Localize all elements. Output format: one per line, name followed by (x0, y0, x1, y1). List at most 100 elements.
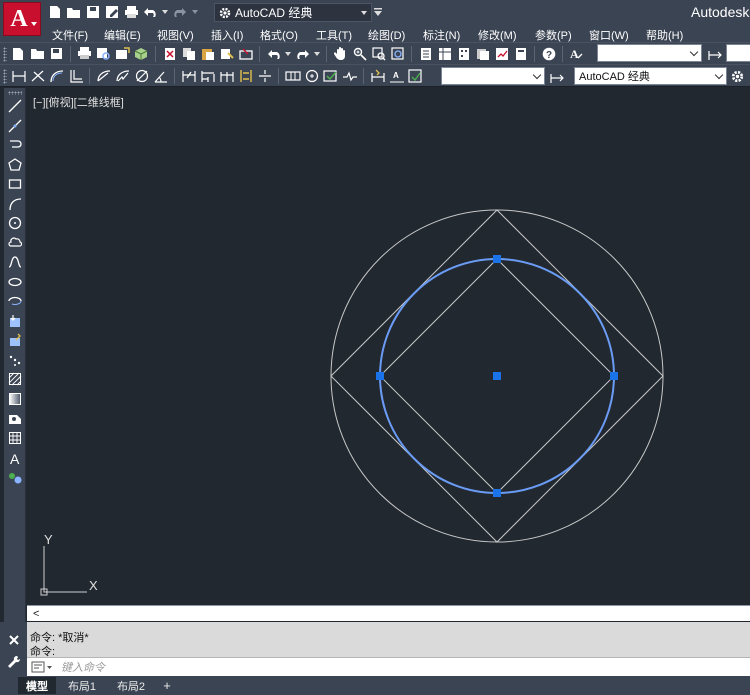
drawing-area[interactable]: [−][俯视][二维线框] Y X (27, 88, 750, 605)
menu-edit[interactable]: 编辑(E) (104, 27, 141, 43)
application-menu-button[interactable]: A (3, 2, 41, 36)
menu-view[interactable]: 视图(V) (157, 27, 194, 43)
add-selected-icon[interactable] (7, 470, 23, 486)
dimension-update-icon[interactable] (407, 67, 424, 84)
hatch-icon[interactable] (7, 371, 23, 387)
toolbar-grip[interactable] (3, 47, 7, 62)
circle-icon[interactable] (7, 215, 23, 231)
save-icon[interactable] (48, 45, 65, 62)
insert-block-icon[interactable] (7, 313, 23, 329)
jogged-dimension-icon[interactable] (114, 67, 131, 84)
workspace-switcher[interactable]: AutoCAD 经典 (214, 3, 372, 22)
dimension-style-icon[interactable] (706, 45, 723, 62)
new-file-icon[interactable] (47, 4, 63, 20)
paste-icon[interactable] (199, 45, 216, 62)
redo-dropdown-icon[interactable] (313, 45, 321, 62)
tab-layout2[interactable]: 布局2 (110, 677, 152, 694)
ordinate-dimension-icon[interactable] (67, 67, 84, 84)
dimension-space-icon[interactable] (237, 67, 254, 84)
menu-tools[interactable]: 工具(T) (316, 27, 352, 43)
dimension-break-icon[interactable] (256, 67, 273, 84)
multiline-text-icon[interactable]: A (7, 450, 23, 466)
save-as-icon[interactable] (104, 4, 120, 20)
arc-icon[interactable] (7, 196, 23, 212)
toolbar-grip[interactable] (8, 91, 22, 95)
diameter-dimension-icon[interactable] (133, 67, 150, 84)
design-center-icon[interactable] (436, 45, 453, 62)
copy-icon[interactable] (180, 45, 197, 62)
tab-layout1[interactable]: 布局1 (61, 677, 103, 694)
block-editor-icon[interactable] (237, 45, 254, 62)
properties-icon[interactable] (417, 45, 434, 62)
open-icon[interactable] (29, 45, 46, 62)
text-style-combo[interactable] (597, 44, 702, 62)
table-icon[interactable] (7, 430, 23, 446)
menu-window[interactable]: 窗口(W) (589, 27, 629, 43)
redo-icon[interactable] (172, 4, 188, 20)
undo-icon[interactable] (142, 4, 158, 20)
dimension-text-edit-icon[interactable]: A (388, 67, 405, 84)
revision-cloud-icon[interactable] (7, 235, 23, 251)
grip-right[interactable] (610, 372, 618, 380)
construction-line-icon[interactable] (7, 118, 23, 134)
open-folder-icon[interactable] (66, 4, 82, 20)
workspace-combo[interactable]: AutoCAD 经典 (574, 67, 727, 85)
save-icon[interactable] (85, 4, 101, 20)
match-properties-icon[interactable] (218, 45, 235, 62)
dimension-style-control[interactable] (441, 67, 545, 85)
grip-top[interactable] (493, 255, 501, 263)
menu-modify[interactable]: 修改(M) (478, 27, 517, 43)
grip-bottom[interactable] (493, 489, 501, 497)
horizontal-scrollbar[interactable]: < (27, 605, 750, 621)
gradient-icon[interactable] (7, 391, 23, 407)
text-style-icon[interactable]: A (568, 45, 585, 62)
scroll-left-icon[interactable]: < (33, 608, 39, 620)
angular-dimension-icon[interactable] (152, 67, 169, 84)
menu-file[interactable]: 文件(F) (52, 27, 88, 43)
dimension-edit-icon[interactable] (369, 67, 386, 84)
radius-dimension-icon[interactable] (95, 67, 112, 84)
command-input[interactable] (61, 660, 661, 675)
center-mark-icon[interactable] (303, 67, 320, 84)
workspace-settings-gear-icon[interactable] (729, 68, 746, 85)
sheet-set-icon[interactable] (474, 45, 491, 62)
polygon-icon[interactable] (7, 157, 23, 173)
undo-dropdown-icon[interactable] (284, 45, 292, 62)
pan-icon[interactable] (332, 45, 349, 62)
line-icon[interactable] (7, 98, 23, 114)
plot-preview-icon[interactable] (95, 45, 112, 62)
close-icon[interactable] (8, 634, 20, 646)
quick-dimension-icon[interactable] (180, 67, 197, 84)
point-icon[interactable] (7, 352, 23, 368)
redo-icon[interactable] (294, 45, 311, 62)
wrench-icon[interactable] (7, 655, 21, 669)
arc-length-icon[interactable] (48, 67, 65, 84)
tolerance-icon[interactable] (284, 67, 301, 84)
dimension-style-combo[interactable] (726, 44, 750, 62)
help-icon[interactable]: ? (540, 45, 557, 62)
tab-model[interactable]: 模型 (18, 677, 56, 694)
customize-qat-icon[interactable] (374, 8, 382, 16)
menu-dimension[interactable]: 标注(N) (423, 27, 460, 43)
undo-icon[interactable] (265, 45, 282, 62)
menu-help[interactable]: 帮助(H) (646, 27, 683, 43)
markup-icon[interactable] (493, 45, 510, 62)
recent-commands-icon[interactable] (31, 661, 53, 674)
dimension-style-manager-icon[interactable] (548, 68, 565, 85)
new-icon[interactable] (10, 45, 27, 62)
undo-dropdown-icon[interactable] (161, 4, 169, 20)
linear-dimension-icon[interactable] (10, 67, 27, 84)
aligned-dimension-icon[interactable] (29, 67, 46, 84)
grip-left[interactable] (376, 372, 384, 380)
menu-format[interactable]: 格式(O) (260, 27, 298, 43)
continue-dimension-icon[interactable] (218, 67, 235, 84)
redo-dropdown-icon[interactable] (191, 4, 199, 20)
spline-icon[interactable] (7, 254, 23, 270)
polyline-icon[interactable] (7, 137, 23, 153)
menu-insert[interactable]: 插入(I) (211, 27, 243, 43)
make-block-icon[interactable] (7, 332, 23, 348)
plot-icon[interactable] (76, 45, 93, 62)
jogged-linear-icon[interactable] (341, 67, 358, 84)
rectangle-icon[interactable] (7, 176, 23, 192)
calculator-icon[interactable] (512, 45, 529, 62)
